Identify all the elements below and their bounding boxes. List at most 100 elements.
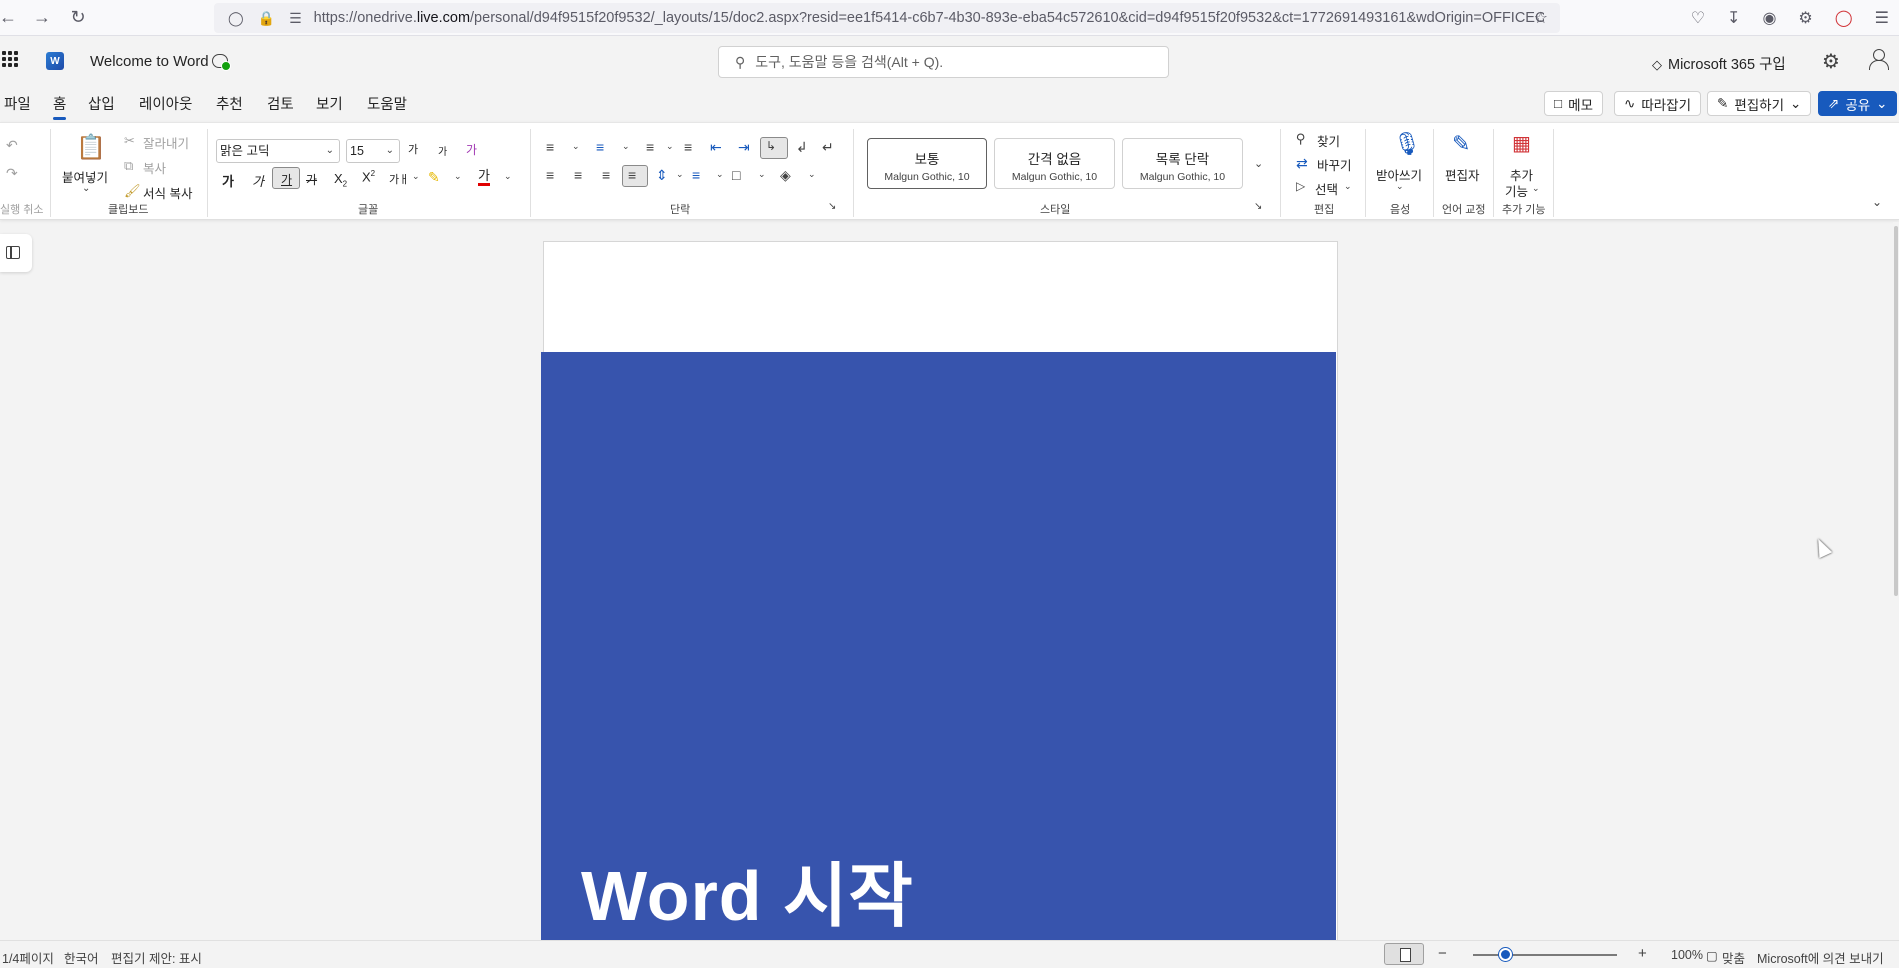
chevron-down-icon[interactable]: ⌄ <box>412 171 420 182</box>
back-arrow-icon[interactable]: ← <box>0 0 17 36</box>
styles-gallery-chevron-down-icon[interactable]: ⌄ <box>1254 157 1263 170</box>
chevron-down-icon[interactable]: ⌄ <box>676 169 684 180</box>
style-normal[interactable]: 보통 Malgun Gothic, 10 <box>867 138 987 189</box>
tab-file[interactable]: 파일 <box>4 93 31 117</box>
extensions-icon[interactable]: ⚙ <box>1798 8 1812 28</box>
forward-arrow-icon[interactable]: → <box>30 0 54 36</box>
style-list-paragraph[interactable]: 목록 단락 Malgun Gothic, 10 <box>1122 138 1243 189</box>
chevron-down-icon[interactable]: ⌄ <box>666 141 674 152</box>
chevron-down-icon[interactable]: ⌄ <box>504 171 512 182</box>
extension-red-icon[interactable]: ◯ <box>1835 8 1853 28</box>
numbering-icon[interactable]: ≡ <box>596 139 604 155</box>
microphone-icon[interactable]: 🎙 <box>1393 131 1421 157</box>
editor-pen-icon[interactable]: ✎ <box>1452 131 1470 157</box>
address-bar[interactable]: ◯ 🔒 ☰ https://onedrive.live.com/personal… <box>214 3 1560 33</box>
page-count[interactable]: 1/4페이지 <box>2 948 54 967</box>
feedback-link[interactable]: Microsoft에 의견 보내기 <box>1757 948 1884 967</box>
addins-grid-icon[interactable]: ▦ <box>1512 131 1531 156</box>
bold-button[interactable]: 가 <box>222 171 234 190</box>
editor-button[interactable]: 편집자 <box>1445 165 1480 184</box>
language-indicator[interactable]: 한국어 <box>64 948 99 967</box>
zoom-in-button[interactable]: + <box>1638 945 1647 962</box>
shield-icon[interactable]: ◯ <box>228 10 244 27</box>
align-left-icon[interactable]: ≡ <box>546 167 554 183</box>
download-icon[interactable]: ↧ <box>1727 8 1740 28</box>
account-icon[interactable]: ◉ <box>1762 8 1776 28</box>
chevron-down-icon[interactable]: ⌄ <box>622 141 630 152</box>
styles-dialog-launcher-icon[interactable]: ↘ <box>1254 201 1262 212</box>
subscript-button[interactable]: X2 <box>334 171 347 189</box>
addins-button-line2[interactable]: 기능 <box>1505 181 1528 200</box>
clear-formatting-button[interactable]: 가 <box>466 141 477 158</box>
tab-home[interactable]: 홈 <box>53 93 67 120</box>
tab-view[interactable]: 보기 <box>316 93 343 117</box>
navigation-pane-toggle[interactable] <box>0 234 32 272</box>
style-no-spacing[interactable]: 간격 없음 Malgun Gothic, 10 <box>994 138 1115 189</box>
checklist-icon[interactable]: ≡ <box>684 139 692 155</box>
chevron-down-icon[interactable]: ⌄ <box>758 169 766 180</box>
italic-button[interactable]: 가 <box>252 171 264 190</box>
pocket-icon[interactable]: ♡ <box>1691 8 1705 28</box>
format-painter-button[interactable]: 서식 복사 <box>143 183 192 202</box>
editor-suggestions[interactable]: 편집기 제안: 표시 <box>111 948 202 967</box>
paragraph-dialog-launcher-icon[interactable]: ↘ <box>828 201 836 212</box>
right-to-left-icon[interactable]: ↲ <box>796 139 808 156</box>
chevron-down-icon[interactable]: ⌄ <box>1344 181 1352 192</box>
grow-font-button[interactable]: 가 <box>408 141 418 157</box>
cover-title[interactable]: Word 시작 <box>581 840 914 941</box>
ribbon-collapse-chevron-icon[interactable]: ⌄ <box>1872 195 1882 209</box>
bookmark-star-icon[interactable]: ☆ <box>1534 8 1548 28</box>
line-spacing-icon[interactable]: ⇕ <box>656 167 668 184</box>
left-to-right-icon[interactable]: ↳ <box>766 139 776 153</box>
paragraph-spacing-icon[interactable]: ≡ <box>692 167 700 183</box>
vertical-scrollbar[interactable] <box>1893 222 1899 940</box>
cloud-saved-icon[interactable] <box>212 54 231 71</box>
buy-m365-button[interactable]: ◇ Microsoft 365 구입 <box>1652 53 1786 74</box>
highlighter-icon[interactable]: ✎ <box>428 169 440 186</box>
catchup-button[interactable]: ∿ 따라잡기 <box>1614 91 1701 116</box>
paste-clipboard-icon[interactable]: 📋 <box>76 133 106 162</box>
print-layout-view-button[interactable] <box>1384 943 1424 965</box>
sort-icon[interactable]: ↵ <box>822 139 834 156</box>
menu-hamburger-icon[interactable]: ☰ <box>1875 8 1889 28</box>
comment-button[interactable]: □ 메모 <box>1544 91 1603 116</box>
url-text[interactable]: https://onedrive.live.com/personal/d94f9… <box>314 10 1544 26</box>
replace-button[interactable]: 바꾸기 <box>1317 155 1352 174</box>
chevron-down-icon[interactable]: ⌄ <box>1532 183 1540 194</box>
change-case-button[interactable]: 가ㅐ <box>389 171 409 187</box>
reload-icon[interactable]: ↻ <box>66 0 90 36</box>
share-button[interactable]: ⇗ 공유 ⌄ <box>1818 91 1898 116</box>
borders-icon[interactable]: □ <box>732 167 740 183</box>
justify-icon[interactable]: ≡ <box>628 167 636 183</box>
chevron-down-icon[interactable]: ⌄ <box>716 169 724 180</box>
multilevel-list-icon[interactable]: ≡ <box>646 139 654 155</box>
zoom-out-button[interactable]: − <box>1438 945 1447 962</box>
select-button[interactable]: 선택 <box>1315 179 1338 198</box>
shrink-font-button[interactable]: 가 <box>438 143 447 158</box>
zoom-slider-thumb[interactable] <box>1499 948 1512 961</box>
tab-review[interactable]: 검토 <box>267 93 294 117</box>
font-name-select[interactable]: 맑은 고딕 ⌄ <box>216 139 340 163</box>
user-account-icon[interactable] <box>1869 49 1889 70</box>
paste-chevron-down-icon[interactable]: ⌄ <box>82 183 90 194</box>
shading-icon[interactable]: ◈ <box>780 167 791 184</box>
redo-icon[interactable]: ↷ <box>6 165 18 182</box>
search-input[interactable]: ⚲ 도구, 도움말 등을 검색(Alt + Q). <box>718 46 1169 78</box>
superscript-button[interactable]: X2 <box>362 169 375 184</box>
underline-button[interactable]: 가 <box>281 171 292 188</box>
app-launcher-icon[interactable] <box>2 51 18 67</box>
editing-mode-button[interactable]: ✎ 편집하기 ⌄ <box>1707 91 1812 116</box>
chevron-down-icon[interactable]: ⌄ <box>454 171 462 182</box>
lock-icon[interactable]: 🔒 <box>258 10 275 27</box>
copy-button[interactable]: 복사 <box>143 158 166 177</box>
increase-indent-icon[interactable]: ⇥ <box>738 139 750 156</box>
scrollbar-thumb[interactable] <box>1894 226 1898 596</box>
undo-icon[interactable]: ↶ <box>6 137 18 154</box>
find-button[interactable]: 찾기 <box>1317 131 1340 150</box>
strikethrough-button[interactable]: 가 <box>306 171 317 188</box>
chevron-down-icon[interactable]: ⌄ <box>572 141 580 152</box>
zoom-slider[interactable] <box>1473 954 1617 956</box>
font-color-button[interactable]: 가 <box>478 169 490 186</box>
gear-icon[interactable]: ⚙ <box>1822 49 1840 74</box>
tab-recommend[interactable]: 추천 <box>216 93 243 117</box>
